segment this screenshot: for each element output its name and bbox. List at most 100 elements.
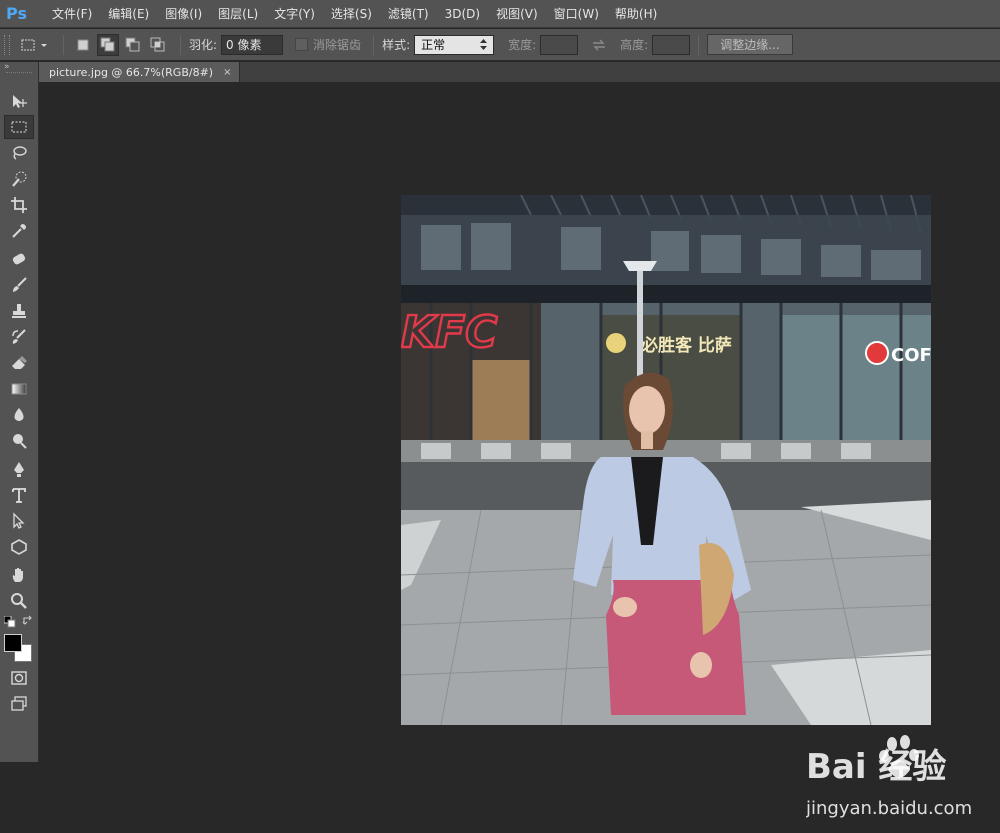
intersect-selection-button[interactable]: [147, 34, 169, 56]
coffee-sign: COFFEE: [891, 345, 931, 366]
tool-zoom[interactable]: [4, 589, 34, 613]
tool-gradient[interactable]: [4, 377, 34, 401]
foreground-color-swatch[interactable]: [4, 634, 22, 652]
separator: [180, 34, 181, 55]
menu-layer[interactable]: 图层(L): [210, 0, 266, 28]
add-to-selection-icon: [100, 37, 115, 51]
type-tool-icon: [12, 488, 26, 503]
menu-help[interactable]: 帮助(H): [607, 0, 665, 28]
swap-arrows-icon: [593, 39, 606, 50]
quick-selection-tool-icon: [12, 171, 27, 187]
document-tab[interactable]: picture.jpg @ 66.7%(RGB/8#) ×: [39, 62, 241, 82]
color-swatches: [4, 624, 36, 664]
tool-brush[interactable]: [4, 273, 34, 297]
tools-panel-grip[interactable]: [6, 72, 32, 82]
menu-image[interactable]: 图像(I): [157, 0, 210, 28]
tool-blur[interactable]: [4, 403, 34, 427]
marquee-preset-picker[interactable]: [18, 34, 52, 56]
tool-history-brush[interactable]: [4, 325, 34, 349]
blur-tool-icon: [14, 408, 24, 421]
swap-dimensions-button[interactable]: [588, 34, 610, 56]
tool-path-selection[interactable]: [4, 509, 34, 533]
close-icon[interactable]: ×: [223, 67, 231, 78]
brush-tool-icon: [13, 277, 27, 292]
add-to-selection-button[interactable]: [97, 33, 119, 56]
tool-spot-healing[interactable]: [4, 247, 34, 271]
dodge-tool-icon: [13, 434, 27, 449]
separator: [373, 34, 375, 55]
separator: [63, 34, 64, 55]
gradient-tool-icon: [11, 383, 27, 395]
height-input[interactable]: [652, 34, 691, 55]
tool-clone-stamp[interactable]: [4, 299, 34, 323]
tools-collapse-button[interactable]: »: [0, 62, 38, 72]
tool-hand[interactable]: [4, 563, 34, 587]
new-selection-button[interactable]: [72, 34, 94, 56]
tools-panel: »: [0, 62, 39, 762]
street-photo: KFC 必胜客 比萨 COFFEE: [401, 195, 931, 725]
feather-input[interactable]: 0 像素: [221, 34, 284, 55]
shape-tool-icon: [11, 539, 27, 555]
eraser-tool-icon: [12, 356, 27, 369]
feather-label: 羽化:: [189, 38, 218, 52]
baidu-paw-logo-icon: Bai 经验 jingyan.baidu.com: [805, 735, 972, 819]
document-tab-title: picture.jpg @ 66.7%(RGB/8#): [49, 65, 214, 79]
refine-edge-button[interactable]: 调整边缘...: [707, 34, 793, 55]
canvas-area[interactable]: KFC 必胜客 比萨 COFFEE: [40, 82, 1000, 819]
width-label: 宽度:: [508, 38, 537, 52]
tool-shape[interactable]: [4, 535, 34, 559]
zoom-tool-icon: [11, 593, 27, 609]
antialias-checkbox[interactable]: [295, 38, 309, 51]
intersect-selection-icon: [150, 37, 165, 51]
lasso-tool-icon: [13, 146, 27, 160]
shop-sign: 必胜客 比萨: [640, 335, 732, 356]
shop-logo-icon: [606, 333, 626, 353]
options-bar-grip[interactable]: [4, 34, 10, 55]
options-bar: 羽化: 0 像素 消除锯齿 样式: 正常 宽度: 高度: 调整边缘...: [0, 29, 1000, 61]
tool-type[interactable]: [4, 483, 34, 507]
width-input[interactable]: [540, 34, 579, 55]
document-image[interactable]: KFC 必胜客 比萨 COFFEE: [401, 195, 931, 725]
tool-pen[interactable]: [4, 457, 34, 481]
tool-move[interactable]: [4, 90, 34, 114]
style-label: 样式:: [382, 38, 411, 52]
subtract-from-selection-icon: [125, 37, 140, 51]
move-tool-icon: [13, 95, 27, 108]
path-selection-tool-icon: [13, 512, 25, 529]
marquee-preset-icon: [21, 39, 47, 50]
updown-arrows-icon: [480, 39, 488, 50]
watermark-url: jingyan.baidu.com: [806, 798, 972, 819]
quick-mask-icon: [11, 671, 27, 685]
tool-rect-marquee[interactable]: [4, 115, 34, 139]
tool-crop[interactable]: [4, 193, 34, 217]
baidu-watermark: Bai 经验 jingyan.baidu.com: [805, 734, 996, 830]
kfc-sign: KFC: [401, 307, 497, 358]
clone-stamp-tool-icon: [12, 304, 26, 318]
document-tab-bar: picture.jpg @ 66.7%(RGB/8#) ×: [39, 62, 1000, 82]
tool-quick-selection[interactable]: [4, 167, 34, 191]
style-select-value: 正常: [421, 38, 446, 52]
tool-eraser[interactable]: [4, 351, 34, 375]
style-select[interactable]: 正常: [414, 34, 495, 55]
screen-mode-button[interactable]: [4, 692, 34, 716]
pen-tool-icon: [14, 462, 24, 477]
watermark-brand: Bai 经验: [806, 747, 946, 787]
quick-mask-button[interactable]: [4, 666, 34, 690]
menu-3d[interactable]: 3D(D): [437, 0, 488, 28]
tool-lasso[interactable]: [4, 141, 34, 165]
menu-view[interactable]: 视图(V): [488, 0, 546, 28]
separator: [698, 34, 700, 55]
tool-eyedropper[interactable]: [4, 219, 34, 243]
menu-window[interactable]: 窗口(W): [546, 0, 607, 28]
menu-file[interactable]: 文件(F): [44, 0, 100, 28]
coffee-logo-icon: [865, 341, 889, 365]
menu-select[interactable]: 选择(S): [323, 0, 380, 28]
tool-dodge[interactable]: [4, 429, 34, 453]
hand-tool-icon: [12, 568, 23, 582]
eyedropper-tool-icon: [12, 224, 26, 238]
subtract-from-selection-button[interactable]: [122, 34, 144, 56]
menu-filter[interactable]: 滤镜(T): [380, 0, 437, 28]
menu-type[interactable]: 文字(Y): [266, 0, 323, 28]
menu-edit[interactable]: 编辑(E): [100, 0, 157, 28]
new-selection-icon: [77, 39, 89, 50]
